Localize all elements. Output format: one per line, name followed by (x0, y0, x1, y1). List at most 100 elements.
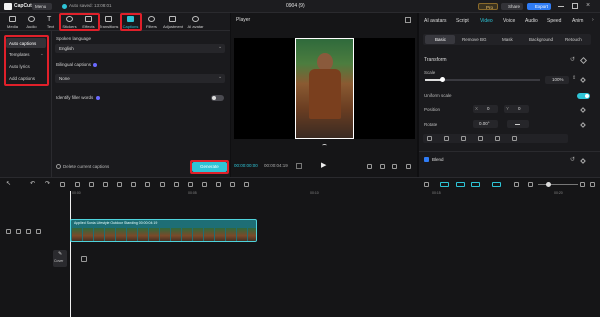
video-clip[interactable]: Applied Sonia Lifestyle Outdoor Standing… (70, 219, 257, 242)
position-x-input[interactable]: X 0 (473, 105, 498, 113)
undo-icon[interactable]: ↶ (30, 181, 35, 187)
caption-track-icon[interactable] (514, 182, 519, 187)
autosave-status: Auto saved: 13:08:01 (69, 3, 112, 8)
subtab-mask[interactable]: Mask (502, 37, 513, 43)
reverse-icon[interactable] (131, 182, 136, 187)
resize-icon[interactable] (188, 182, 193, 187)
tab-script[interactable]: Script (456, 19, 469, 24)
delete-captions-checkbox[interactable] (56, 164, 61, 169)
tool-adjustment[interactable]: Adjustment (163, 14, 183, 30)
delete-icon[interactable] (103, 182, 108, 187)
bilingual-captions-select[interactable]: None ⌄ (55, 74, 225, 83)
rotate-input[interactable]: 0.00° (473, 120, 498, 128)
align-bottom-icon[interactable] (512, 136, 517, 141)
mask-icon[interactable] (230, 182, 235, 187)
autosave-icon (62, 4, 67, 9)
tool-text[interactable]: T Text (41, 14, 60, 30)
align-middle-icon[interactable] (495, 136, 500, 141)
preview-axis-icon[interactable] (492, 182, 501, 187)
subtab-background[interactable]: Background (529, 37, 553, 43)
align-left-icon[interactable] (427, 136, 432, 141)
tab-voice[interactable]: Voice (503, 19, 515, 24)
tab-speed[interactable]: Speed (547, 19, 561, 24)
filler-words-toggle[interactable] (211, 95, 224, 101)
track-link-icon[interactable] (471, 182, 480, 187)
zoom-out-icon[interactable] (528, 182, 533, 187)
menu-button[interactable]: Menu (32, 3, 52, 10)
tool-filters[interactable]: Filters (142, 14, 161, 30)
snap-icon[interactable] (456, 182, 465, 187)
align-top-icon[interactable] (478, 136, 483, 141)
scale-slider-knob[interactable] (439, 77, 445, 82)
align-right-icon[interactable] (461, 136, 466, 141)
microphone-icon[interactable] (424, 182, 429, 187)
visibility-icon[interactable] (16, 229, 21, 234)
player-menu-icon[interactable] (405, 17, 411, 23)
subtab-remove-bg[interactable]: Remove BG (462, 37, 487, 43)
play-icon[interactable]: ▶ (321, 162, 326, 169)
fullscreen-icon[interactable] (406, 164, 411, 169)
redo-icon[interactable]: ↷ (45, 181, 50, 187)
tool-transitions[interactable]: Transitions (99, 14, 118, 30)
select-cursor-icon[interactable]: ↖ (6, 181, 11, 187)
rotate-clip-icon[interactable] (160, 182, 165, 187)
cover-button[interactable]: ✎ Cover (53, 250, 67, 267)
playhead[interactable] (70, 191, 71, 317)
lock-icon[interactable] (6, 229, 11, 234)
stepper-icon[interactable]: ⇕ (572, 76, 576, 81)
zoom-in-icon[interactable] (580, 182, 585, 187)
audio-mute-icon[interactable] (26, 229, 31, 234)
split-left-icon[interactable] (75, 182, 80, 187)
pro-button[interactable]: Pro (478, 3, 498, 10)
timecode-icon[interactable] (296, 163, 302, 169)
zoom-slider[interactable] (538, 182, 578, 187)
spoken-language-label: Spoken language (56, 36, 92, 41)
video-frame[interactable] (295, 38, 354, 139)
tab-audio[interactable]: Audio (525, 19, 538, 24)
quality-icon[interactable] (380, 164, 385, 169)
fit-icon[interactable] (392, 164, 397, 169)
spoken-language-select[interactable]: English ⌄ (55, 44, 225, 53)
media-icon (9, 16, 16, 22)
tab-animation[interactable]: Anim (572, 19, 583, 24)
effects-clip-icon[interactable] (216, 182, 221, 187)
tool-media[interactable]: Media (3, 14, 22, 30)
link-icon[interactable] (440, 182, 449, 187)
track-more-icon[interactable] (36, 229, 41, 234)
tab-video[interactable]: Video (480, 19, 493, 24)
reset-icon[interactable]: ↺ (570, 57, 575, 63)
scale-input[interactable]: 100% (545, 76, 569, 84)
tab-ai-avatars[interactable]: AI avatars (424, 19, 447, 24)
subtab-basic[interactable]: Basic (425, 35, 455, 44)
clip-thumbnail (83, 228, 93, 241)
tool-ai-avatar[interactable]: AI avatar (186, 14, 205, 30)
split-right-icon[interactable] (89, 182, 94, 187)
ratio-icon[interactable] (367, 164, 372, 169)
maximize-icon[interactable] (572, 3, 578, 9)
rotate-options-button[interactable] (507, 120, 529, 128)
audio-track-icon[interactable] (81, 256, 87, 262)
close-icon[interactable]: × (586, 2, 590, 9)
mirror-icon[interactable] (145, 182, 150, 187)
timeline-ruler[interactable]: 00:00 00:05 00:10 00:15 00:20 (68, 191, 600, 199)
zoom-slider-knob[interactable] (546, 182, 551, 187)
fit-timeline-icon[interactable] (590, 182, 595, 187)
tool-audio[interactable]: Audio (22, 14, 41, 30)
minimize-icon[interactable] (558, 6, 564, 7)
reset-icon[interactable]: ↺ (570, 157, 575, 163)
split-icon[interactable] (60, 182, 65, 187)
more-tabs-icon[interactable]: › (592, 18, 594, 23)
speed-icon[interactable] (244, 182, 249, 187)
scale-slider[interactable] (425, 77, 540, 82)
position-y-input[interactable]: Y 0 (504, 105, 529, 113)
align-center-icon[interactable] (444, 136, 449, 141)
subtab-retouch[interactable]: Retouch (565, 37, 582, 43)
export-button[interactable]: Export (527, 3, 551, 10)
freeze-icon[interactable] (117, 182, 122, 187)
share-button[interactable]: Share (501, 3, 523, 10)
uniform-scale-toggle[interactable] (577, 93, 590, 99)
blend-checkbox[interactable] (424, 157, 429, 162)
crop-icon[interactable] (174, 182, 179, 187)
rotate-handle-icon[interactable] (322, 144, 327, 147)
ai-tools-icon[interactable] (202, 182, 207, 187)
